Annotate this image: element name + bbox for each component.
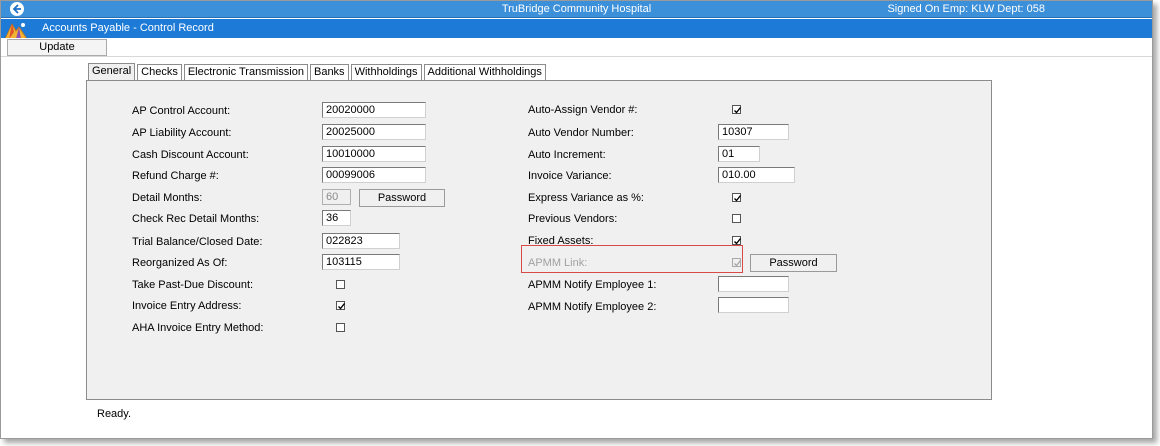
tab-withholdings[interactable]: Withholdings bbox=[350, 64, 422, 80]
cash-discount-account-field[interactable]: 10010000 bbox=[322, 146, 426, 162]
checkmark-icon bbox=[734, 260, 742, 267]
checkmark-icon bbox=[734, 107, 742, 114]
trial-balance-closed-date-label: Trial Balance/Closed Date: bbox=[132, 236, 263, 248]
previous-vendors-label: Previous Vendors: bbox=[528, 213, 618, 225]
auto-increment-label: Auto Increment: bbox=[528, 149, 606, 161]
apmm-link-checkbox bbox=[732, 258, 742, 267]
previous-vendors-checkbox[interactable] bbox=[732, 214, 741, 223]
invoice-variance-label: Invoice Variance: bbox=[528, 170, 612, 182]
express-variance-pct-checkbox[interactable] bbox=[732, 193, 742, 202]
apmm-notify-employee-2-field[interactable] bbox=[718, 297, 789, 313]
module-title: Accounts Payable - Control Record bbox=[42, 22, 214, 34]
apmm-notify-employee-1-field[interactable] bbox=[718, 276, 789, 292]
application-window: TruBridge Community Hospital Signed On E… bbox=[0, 0, 1153, 439]
app-logo-icon bbox=[3, 20, 29, 40]
checkmark-icon bbox=[734, 195, 742, 202]
reorganized-as-of-field[interactable]: 103115 bbox=[322, 254, 400, 270]
aha-invoice-entry-method-label: AHA Invoice Entry Method: bbox=[132, 322, 264, 334]
detail-months-password-button[interactable]: Password bbox=[359, 189, 445, 207]
tab-general[interactable]: General bbox=[88, 63, 136, 81]
cash-discount-account-label: Cash Discount Account: bbox=[132, 149, 249, 161]
apmm-notify-employee-1-label: APMM Notify Employee 1: bbox=[528, 279, 657, 291]
signed-on-info: Signed On Emp: KLW Dept: 058 bbox=[887, 3, 1045, 15]
fixed-assets-checkbox[interactable] bbox=[732, 236, 742, 245]
ap-control-account-field[interactable]: 20020000 bbox=[322, 102, 426, 118]
title-bar: TruBridge Community Hospital Signed On E… bbox=[1, 1, 1152, 18]
auto-vendor-number-field[interactable]: 10307 bbox=[718, 124, 789, 140]
tab-checks[interactable]: Checks bbox=[137, 64, 182, 80]
reorganized-as-of-label: Reorganized As Of: bbox=[132, 257, 228, 269]
trial-balance-closed-date-field[interactable]: 022823 bbox=[322, 233, 400, 249]
take-past-due-discount-checkbox[interactable] bbox=[336, 280, 345, 289]
take-past-due-discount-label: Take Past-Due Discount: bbox=[132, 279, 254, 291]
check-rec-detail-months-label: Check Rec Detail Months: bbox=[132, 213, 260, 225]
detail-months-label: Detail Months: bbox=[132, 192, 203, 204]
refund-charge-field[interactable]: 00099006 bbox=[322, 167, 426, 183]
menu-bar: Update bbox=[1, 38, 1152, 57]
apmm-link-label: APMM Link: bbox=[528, 257, 588, 269]
status-text: Ready. bbox=[97, 408, 132, 420]
tab-strip: General Checks Electronic Transmission B… bbox=[88, 63, 548, 81]
module-bar: Accounts Payable - Control Record bbox=[1, 19, 1152, 40]
update-button[interactable]: Update bbox=[7, 39, 107, 56]
aha-invoice-entry-method-checkbox[interactable] bbox=[336, 323, 345, 332]
tab-electronic-transmission[interactable]: Electronic Transmission bbox=[183, 64, 308, 80]
refund-charge-label: Refund Charge #: bbox=[132, 170, 219, 182]
tab-additional-withholdings[interactable]: Additional Withholdings bbox=[423, 64, 546, 80]
auto-vendor-number-label: Auto Vendor Number: bbox=[528, 127, 634, 139]
auto-assign-vendor-label: Auto-Assign Vendor #: bbox=[528, 104, 638, 116]
check-rec-detail-months-field[interactable]: 36 bbox=[322, 210, 351, 226]
invoice-entry-address-label: Invoice Entry Address: bbox=[132, 300, 242, 312]
auto-assign-vendor-checkbox[interactable] bbox=[732, 105, 742, 114]
express-variance-pct-label: Express Variance as %: bbox=[528, 192, 644, 204]
ap-liability-account-label: AP Liability Account: bbox=[132, 127, 232, 139]
auto-increment-field[interactable]: 01 bbox=[718, 146, 760, 162]
tab-banks[interactable]: Banks bbox=[309, 64, 349, 80]
apmm-notify-employee-2-label: APMM Notify Employee 2: bbox=[528, 301, 657, 313]
invoice-variance-field[interactable]: 010.00 bbox=[718, 167, 795, 183]
detail-months-field: 60 bbox=[322, 189, 351, 205]
ap-liability-account-field[interactable]: 20025000 bbox=[322, 124, 426, 140]
ap-control-account-label: AP Control Account: bbox=[132, 105, 231, 117]
invoice-entry-address-checkbox[interactable] bbox=[336, 301, 346, 310]
checkmark-icon bbox=[338, 303, 346, 310]
apmm-link-password-button[interactable]: Password bbox=[750, 254, 837, 272]
